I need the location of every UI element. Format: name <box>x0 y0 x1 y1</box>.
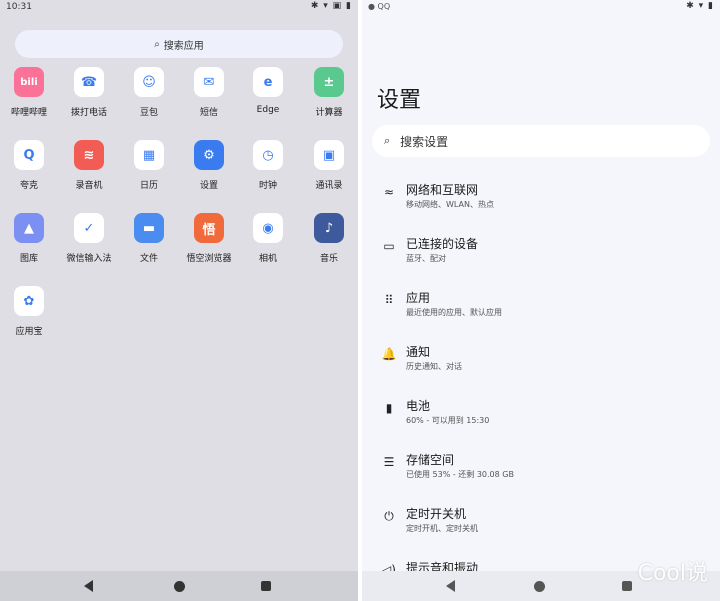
bell-icon: 🔔 <box>381 347 397 361</box>
settings-item-battery[interactable]: ▮ 电池 60% - 可以用到 15:30 <box>362 397 720 451</box>
home-screen: 10:31 ✱ ▾ ▣ ▮ ⌕ 搜索应用 bili 哔哩哔哩 ☎ 拨打电话 ☺ 豆包 ✉ 短信… <box>0 0 358 601</box>
settings-item-bell[interactable]: 🔔 通知历史通知、对话 <box>362 343 720 397</box>
storage-icon: ☰ <box>383 455 395 469</box>
settings-item-subtitle: 历史通知、对话 <box>406 362 462 371</box>
search-icon: ⌕ <box>384 134 391 147</box>
bilibili-icon: bili <box>14 67 44 97</box>
watermark: Cool说 <box>637 561 708 586</box>
back-icon[interactable] <box>84 580 93 592</box>
page-title: 设置 <box>377 88 422 113</box>
settings-item-title: 应用 <box>406 291 431 305</box>
status-bar: ● QQ ✱ ▾ ▮ <box>362 0 720 14</box>
status-notification: ● QQ <box>368 2 391 11</box>
app-label: 计算器 <box>315 108 343 118</box>
messages-icon: ✉ <box>194 67 224 97</box>
calendar-icon: ▦ <box>134 140 164 170</box>
settings-item-devices[interactable]: ▭ 已连接的设备蓝牙、配对 <box>362 235 720 289</box>
app-camera[interactable]: ◉ 相机 <box>233 213 303 264</box>
settings-item-subtitle: 已使用 53% - 还剩 30.08 GB <box>406 470 514 479</box>
settings-screen: ● QQ ✱ ▾ ▮ 设置 ⌕ 搜索设置 ≈ 网络和互联网移动网络、WLAN、热点… <box>362 0 720 601</box>
app-label: Edge <box>256 105 280 115</box>
search-icon: ⌕ <box>154 38 160 50</box>
camera-icon: ◉ <box>253 213 283 243</box>
settings-item-title: 电池 <box>406 399 431 413</box>
calculator-icon: ± <box>314 67 344 97</box>
app-label: 应用宝 <box>15 327 43 337</box>
settings-item-title: 定时开关机 <box>406 507 467 521</box>
app-edge[interactable]: e Edge <box>233 67 303 115</box>
app-search-bar[interactable]: ⌕ 搜索应用 <box>15 30 343 58</box>
settings-item-subtitle: 蓝牙、配对 <box>406 254 446 263</box>
files-icon: ▬ <box>134 213 164 243</box>
back-icon[interactable] <box>446 580 455 592</box>
settings-search-bar[interactable]: ⌕ 搜索设置 <box>372 125 710 157</box>
wukong-browser-icon: 悟 <box>194 213 224 243</box>
settings-item-subtitle: 移动网络、WLAN、热点 <box>406 200 495 209</box>
devices-icon: ▭ <box>383 239 395 253</box>
power-icon: ⏻ <box>384 509 394 523</box>
settings-item-subtitle: 最近使用的应用、默认应用 <box>406 308 502 317</box>
settings-item-title: 存储空间 <box>406 453 455 467</box>
app-search-placeholder: 搜索应用 <box>163 40 204 52</box>
contacts-icon: ▣ <box>314 140 344 170</box>
app-calculator[interactable]: ± 计算器 <box>294 67 358 118</box>
settings-item-title: 通知 <box>406 345 431 359</box>
settings-icon: ⚙ <box>194 140 224 170</box>
status-icons: ✱ ▾ ▣ ▮ <box>310 1 352 11</box>
app-music[interactable]: ♪ 音乐 <box>294 213 358 264</box>
app-label: 相机 <box>258 254 277 264</box>
app-label: 时钟 <box>258 181 277 191</box>
settings-item-subtitle: 定时开机、定时关机 <box>406 524 478 533</box>
recents-icon[interactable] <box>261 581 271 591</box>
settings-item-title: 网络和互联网 <box>406 183 479 197</box>
status-icons: ✱ ▾ ▮ <box>686 1 714 11</box>
settings-item-title: 已连接的设备 <box>406 237 479 251</box>
gallery-icon: ▲ <box>14 213 44 243</box>
clock-icon: ◷ <box>253 140 283 170</box>
settings-item-subtitle: 60% - 可以用到 15:30 <box>406 416 490 425</box>
recents-icon[interactable] <box>622 581 632 591</box>
apps-grid-icon: ⠿ <box>384 293 394 307</box>
app-app-store[interactable]: ✿ 应用宝 <box>0 286 64 337</box>
edge-icon: e <box>253 67 283 97</box>
status-time: 10:31 <box>6 2 32 12</box>
phone-icon: ☎ <box>74 67 104 97</box>
battery-icon: ▮ <box>385 401 393 415</box>
doubao-icon: ☺ <box>134 67 164 97</box>
wifi-icon: ≈ <box>383 185 395 199</box>
recorder-icon: ≋ <box>74 140 104 170</box>
settings-item-wifi[interactable]: ≈ 网络和互联网移动网络、WLAN、热点 <box>362 181 720 235</box>
wechat-ime-icon: ✓ <box>74 213 104 243</box>
app-label: 音乐 <box>319 254 338 264</box>
home-icon[interactable] <box>534 581 545 592</box>
status-bar: 10:31 ✱ ▾ ▣ ▮ <box>0 0 358 14</box>
app-contacts[interactable]: ▣ 通讯录 <box>294 140 358 191</box>
home-icon[interactable] <box>174 581 185 592</box>
settings-item-power[interactable]: ⏻ 定时开关机定时开机、定时关机 <box>362 505 720 559</box>
app-label: 通讯录 <box>315 181 343 191</box>
settings-search-placeholder: 搜索设置 <box>400 134 449 149</box>
settings-item-apps-grid[interactable]: ⠿ 应用最近使用的应用、默认应用 <box>362 289 720 343</box>
quark-icon: Q <box>14 140 44 170</box>
settings-item-storage[interactable]: ☰ 存储空间已使用 53% - 还剩 30.08 GB <box>362 451 720 505</box>
music-icon: ♪ <box>314 213 344 243</box>
navigation-bar <box>0 571 358 601</box>
app-clock[interactable]: ◷ 时钟 <box>233 140 303 191</box>
app-store-icon: ✿ <box>14 286 44 316</box>
